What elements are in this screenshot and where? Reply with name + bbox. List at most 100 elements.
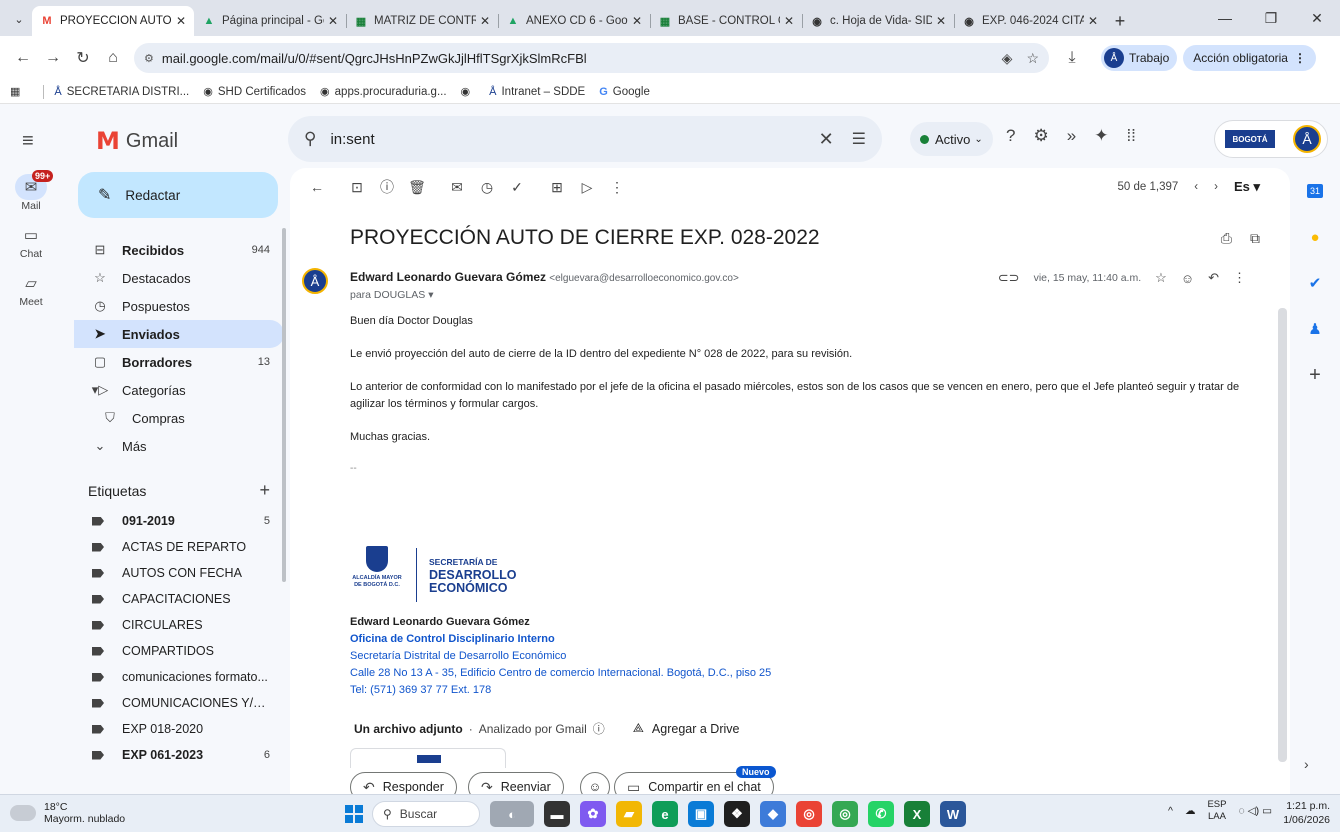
add-label-icon[interactable]: + (259, 480, 270, 501)
gemini-shortcut-icon[interactable]: » (1067, 126, 1076, 146)
cloud-sync-icon[interactable]: ☁ (1185, 805, 1196, 817)
calendar-icon[interactable]: 31 (1290, 168, 1340, 214)
compose-button[interactable]: ✎ Redactar (78, 172, 278, 218)
close-icon[interactable]: ✕ (480, 14, 490, 28)
edge-icon[interactable]: e (652, 801, 678, 827)
bookmark-item[interactable]: ◉ SHD Certificados (203, 85, 306, 99)
label-item[interactable]: COMUNICACIONES Y/O ... (74, 690, 284, 716)
search-input[interactable]: in:sent (330, 131, 374, 148)
back-arrow-icon[interactable]: ← (302, 179, 332, 195)
main-menu-icon[interactable]: ≡ (22, 130, 34, 153)
message-scrollbar[interactable] (1278, 308, 1287, 762)
browser-tab[interactable]: ▦ MATRIZ DE CONTRO ✕ (346, 6, 498, 36)
close-icon[interactable]: ✕ (176, 14, 186, 28)
label-item[interactable]: AUTOS CON FECHA (74, 560, 284, 586)
account-avatar[interactable]: Å (1293, 125, 1321, 153)
more-options-icon[interactable]: ⋮ (602, 179, 632, 196)
add-to-drive-button[interactable]: ⟁ Agregar a Drive (633, 721, 740, 736)
dropbox-icon[interactable]: ❖ (724, 801, 750, 827)
reply-icon[interactable]: ↶ (1208, 270, 1219, 286)
tab-search-chevron-icon[interactable]: ⌄ (6, 5, 32, 33)
close-icon[interactable]: ✕ (632, 14, 642, 28)
report-spam-icon[interactable]: ⓘ (372, 177, 402, 197)
apps-grid-icon[interactable]: ▦ (10, 85, 25, 98)
status-selector[interactable]: Activo ⌄ (910, 122, 993, 156)
label-item[interactable]: comunicaciones formato... (74, 664, 284, 690)
mark-unread-icon[interactable]: ✉ (442, 179, 472, 196)
previous-icon[interactable]: ‹ (1194, 181, 1198, 193)
wifi-volume-battery-icon[interactable]: ◌ ◁) ▭ (1238, 805, 1272, 817)
snooze-icon[interactable]: ◷ (472, 179, 502, 196)
star-icon[interactable]: ☆ (1155, 270, 1167, 286)
app-icon[interactable]: ◆ (760, 801, 786, 827)
close-icon[interactable]: ✕ (328, 14, 338, 28)
sender-avatar[interactable]: Å (302, 268, 328, 294)
home-icon[interactable]: ⌂ (98, 43, 128, 73)
required-action-button[interactable]: Acción obligatoria ⋮ (1183, 45, 1316, 71)
close-icon[interactable]: ✕ (784, 14, 794, 28)
trash-icon[interactable]: 🗑 (402, 179, 432, 196)
label-item[interactable]: EXP 061-2023 6 (74, 742, 284, 768)
emoji-reaction-icon[interactable]: ☺ (1181, 271, 1194, 286)
store-icon[interactable]: ▣ (688, 801, 714, 827)
settings-gear-icon[interactable]: ⚙ (1033, 126, 1048, 146)
gemini-sparkle-icon[interactable]: ✦ (1094, 126, 1108, 146)
move-to-icon[interactable]: ⊞ (542, 179, 572, 196)
rail-mail[interactable]: ✉ 99+ Mail (0, 170, 62, 212)
back-arrow-icon[interactable]: ← (8, 43, 38, 73)
url-bar[interactable]: ⚙ mail.google.com/mail/u/0/#sent/QgrcJHs… (134, 43, 1049, 73)
label-item[interactable]: 091-2019 5 (74, 508, 284, 534)
add-addon-icon[interactable]: + (1290, 352, 1340, 398)
nav-item-drafts[interactable]: ▢ Borradores 13 (74, 348, 284, 376)
mail-search-bar[interactable]: ⚲ in:sent ✕ ☰ (288, 116, 882, 162)
file-explorer-icon[interactable]: ▰ (616, 801, 642, 827)
browser-tab[interactable]: ◉ EXP. 046-2024 CITAC ✕ (954, 6, 1106, 36)
excel-icon[interactable]: X (904, 801, 930, 827)
gmail-logo[interactable]: M Gmail (96, 127, 178, 155)
new-tab-button[interactable]: + (1106, 6, 1134, 36)
close-icon[interactable]: ✕ (936, 14, 946, 28)
recipient-line[interactable]: para DOUGLAS ▾ (350, 289, 433, 301)
word-icon[interactable]: W (940, 801, 966, 827)
next-icon[interactable]: › (1214, 181, 1218, 193)
keep-icon[interactable]: ● (1290, 214, 1340, 260)
bookmark-item[interactable]: ◉ apps.procuraduria.g... (320, 85, 446, 99)
more-options-icon[interactable]: ⋮ (1233, 270, 1246, 286)
help-icon[interactable]: ? (1006, 126, 1015, 146)
archive-icon[interactable]: ⊡ (342, 179, 372, 196)
expand-panel-icon[interactable]: › (1304, 756, 1309, 772)
minimize-icon[interactable]: — (1202, 0, 1248, 36)
taskbar-search[interactable]: ⚲ Buscar (372, 801, 480, 827)
profile-chip[interactable]: Å Trabajo (1101, 45, 1178, 71)
whatsapp-icon[interactable]: ✆ (868, 801, 894, 827)
tray-chevron-icon[interactable]: ^ (1168, 805, 1173, 817)
bookmark-item[interactable]: ◉ (461, 85, 476, 98)
sidebar-scrollbar[interactable] (282, 228, 286, 582)
close-window-icon[interactable]: ✕ (1294, 0, 1340, 36)
browser-tab[interactable]: M PROYECCIÓN AUTO I ✕ (32, 6, 194, 36)
bookmark-item[interactable]: G Google (599, 86, 650, 98)
reply-button[interactable]: ↶ Responder (350, 772, 457, 794)
bookmark-star-icon[interactable]: ☆ (1026, 50, 1039, 67)
tasks-icon[interactable]: ✔ (1290, 260, 1340, 306)
bookmark-item[interactable]: Å SECRETARIA DISTRI... (54, 86, 189, 98)
restore-icon[interactable]: ❐ (1248, 0, 1294, 36)
browser-tab[interactable]: ◉ c. Hoja de Vida- SIDE ✕ (802, 6, 954, 36)
browser-tab[interactable]: ▦ BASE - CONTROL CC ✕ (650, 6, 802, 36)
print-icon[interactable]: ⎙ (1221, 230, 1232, 247)
emoji-react-button[interactable]: ☺ (580, 772, 610, 794)
label-item[interactable]: EXP 018-2020 (74, 716, 284, 742)
search-options-icon[interactable]: ☰ (852, 129, 866, 149)
chrome-profile-icon[interactable]: ◎ (832, 801, 858, 827)
task-view-icon[interactable]: ▬ (544, 801, 570, 827)
nav-item-categories[interactable]: ▾▷ Categorías (74, 376, 284, 404)
input-tools-button[interactable]: Es ▾ (1234, 179, 1260, 195)
google-apps-icon[interactable]: ⁞⁞ (1126, 126, 1135, 146)
label-item[interactable]: ACTAS DE REPARTO (74, 534, 284, 560)
reload-icon[interactable]: ↻ (68, 43, 98, 73)
nav-item-sent[interactable]: ➤ Enviados (74, 320, 284, 348)
rail-chat[interactable]: ▭ Chat (0, 222, 62, 260)
add-task-icon[interactable]: ✓ (502, 179, 532, 196)
eye-icon[interactable]: ◈ (1002, 50, 1013, 67)
browser-tab[interactable]: ▲ Página principal - Go ✕ (194, 6, 346, 36)
